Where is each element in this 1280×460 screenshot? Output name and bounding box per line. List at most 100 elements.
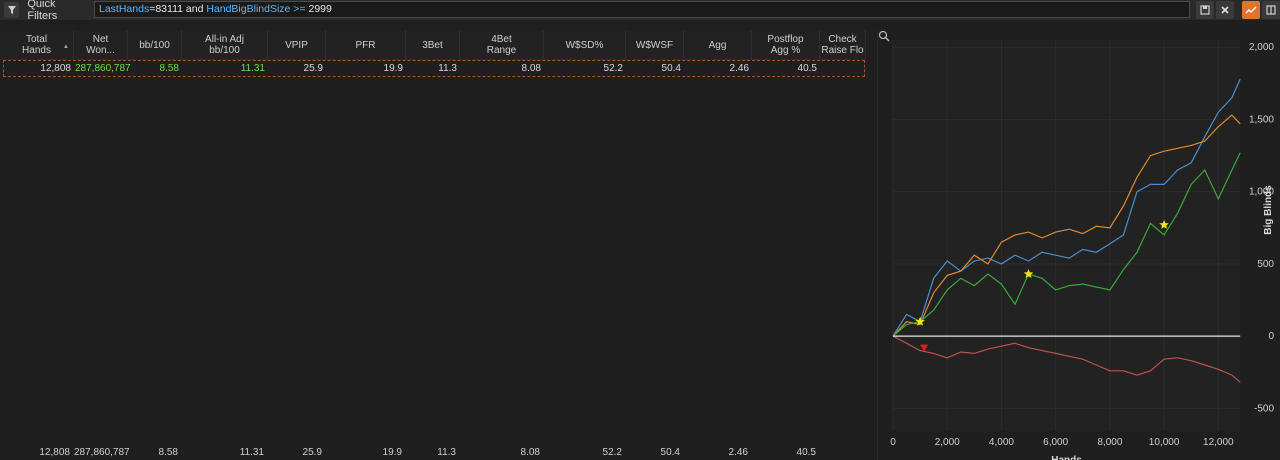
- table-cell: 50.4: [661, 63, 681, 74]
- x-tick-label: 10,000: [1149, 437, 1180, 448]
- column-header[interactable]: W$WSF: [626, 30, 684, 60]
- column-header[interactable]: Check Raise Flo: [820, 30, 866, 60]
- column-header-label: Total Hands: [22, 34, 51, 56]
- footer-cell: 50.4: [660, 447, 680, 458]
- x-tick-label: 0: [890, 437, 896, 448]
- column-header-line1: Net: [92, 34, 109, 45]
- plot-area: [893, 40, 1240, 430]
- footer-cell: 2.46: [728, 447, 748, 458]
- column-header[interactable]: VPIP: [268, 30, 326, 60]
- y-tick-label: -500: [1254, 403, 1274, 414]
- y-axis-label: Big Blinds: [1263, 185, 1274, 235]
- column-header-label: Net Won...: [86, 34, 115, 56]
- column-header-line1: Check: [828, 34, 857, 45]
- column-header[interactable]: PFR: [326, 30, 406, 60]
- clear-filter-button[interactable]: [1216, 1, 1234, 19]
- footer-cell: 25.9: [302, 447, 322, 458]
- graph-icon: [1245, 6, 1257, 14]
- column-header-line1: All-in Adj: [205, 34, 244, 45]
- y-tick-label: 2,000: [1249, 42, 1274, 53]
- column-header[interactable]: W$SD%: [544, 30, 626, 60]
- footer-cell: 287,860,787: [74, 447, 130, 458]
- column-header-line2: bb/100: [209, 45, 240, 56]
- column-header[interactable]: Total Hands ▲: [0, 30, 74, 60]
- column-header-line2: Won...: [86, 45, 115, 56]
- column-header-line1: bb/100: [139, 39, 170, 51]
- close-icon: [1221, 6, 1229, 14]
- y-tick-label: 1,500: [1249, 114, 1274, 125]
- footer-cell: 11.3: [437, 447, 456, 458]
- quick-filters-label: Quick Filters: [27, 0, 58, 22]
- zoom-icon[interactable]: [878, 30, 890, 42]
- column-header[interactable]: Agg: [684, 30, 752, 60]
- table-cell: 11.31: [240, 63, 265, 74]
- filter-icon: [4, 2, 20, 18]
- table-row[interactable]: 12,808 287,860,787 8.58 11.31 25.9 19.9 11.3 8.…: [3, 60, 865, 77]
- column-header-line1: Postflop: [767, 34, 804, 45]
- filter-expression-input[interactable]: LastHands=83111 and HandBigBlindSize >= …: [94, 1, 1190, 18]
- column-header-label: Agg: [709, 40, 727, 51]
- y-tick-label: 500: [1257, 259, 1274, 270]
- table-cell: 287,860,787: [75, 63, 131, 74]
- footer-cell: 52.2: [602, 447, 622, 458]
- filter-operator: >=: [290, 3, 309, 15]
- quick-filters-button[interactable]: Quick Filters: [4, 0, 86, 22]
- filter-value-last-hands: =83111 and: [149, 3, 207, 15]
- column-header-label: PFR: [356, 40, 376, 51]
- column-header-line1: Agg: [708, 39, 727, 51]
- column-header-line2: Hands: [22, 45, 51, 56]
- save-icon: [1200, 5, 1210, 15]
- x-tick-label: 2,000: [935, 437, 960, 448]
- footer-cell: 19.9: [382, 447, 402, 458]
- column-header-line1: W$WSF: [635, 39, 674, 51]
- footer-cell: 8.58: [158, 447, 178, 458]
- x-tick-label: 4,000: [989, 437, 1014, 448]
- winnings-graph: 0 2,000 4,000 6,000 8,000 10,000 12,000 2,000 1,…: [878, 30, 1280, 460]
- column-header-line2: Range: [486, 45, 517, 56]
- layout-toggle-button[interactable]: [1262, 1, 1280, 19]
- column-header[interactable]: 3Bet: [406, 30, 460, 60]
- filter-field-last-hands: LastHands: [99, 3, 150, 15]
- column-header-line2: Raise Flo: [821, 45, 864, 56]
- table-cell: 25.9: [303, 63, 323, 74]
- stats-table: Total Hands ▲ Net Won... bb/100 All-in Adj bb/1…: [0, 30, 866, 460]
- x-tick-label: 8,000: [1097, 437, 1122, 448]
- column-header[interactable]: 4Bet Range: [460, 30, 544, 60]
- x-tick-label: 12,000: [1203, 437, 1234, 448]
- column-header-line1: W$SD%: [565, 39, 604, 51]
- footer-cell: 40.5: [796, 447, 816, 458]
- table-footer: 12,808 287,860,787 8.58 11.31 25.9 19.9 11.3 8.…: [0, 446, 866, 460]
- footer-cell: 12,808: [39, 447, 70, 458]
- save-filter-button[interactable]: [1196, 1, 1214, 19]
- column-header[interactable]: All-in Adj bb/100: [182, 30, 268, 60]
- x-axis-label: Hands: [1051, 455, 1082, 460]
- toolbar: Quick Filters LastHands=83111 and HandBi…: [0, 0, 1280, 22]
- table-cell: 40.5: [797, 63, 817, 74]
- table-cell: [821, 61, 867, 76]
- column-header-label: W$SD%: [566, 40, 604, 51]
- column-header-line1: VPIP: [285, 39, 308, 51]
- graph-svg: 0 2,000 4,000 6,000 8,000 10,000 12,000 2,000 1,…: [890, 40, 1274, 460]
- table-cell: 8.08: [521, 63, 541, 74]
- footer-cell: 11.31: [239, 447, 264, 458]
- sort-ascending-icon: ▲: [63, 44, 69, 50]
- column-header-label: Check Raise Flo: [821, 34, 863, 56]
- column-header[interactable]: Net Won...: [74, 30, 128, 60]
- column-header[interactable]: Postflop Agg %: [752, 30, 820, 60]
- column-header-label: Postflop Agg %: [767, 34, 803, 56]
- graph-toggle-button[interactable]: [1242, 1, 1260, 19]
- table-cell: 52.2: [603, 63, 623, 74]
- column-header-line1: PFR: [355, 39, 376, 51]
- filter-field-big-blind-size: HandBigBlindSize: [206, 3, 291, 15]
- table-cell: 11.3: [438, 63, 457, 74]
- footer-cell: [820, 446, 866, 460]
- column-header-line1: 4Bet: [491, 34, 512, 45]
- column-header[interactable]: bb/100: [128, 30, 182, 60]
- table-cell: 8.58: [159, 63, 179, 74]
- table-header: Total Hands ▲ Net Won... bb/100 All-in Adj bb/1…: [0, 30, 866, 60]
- column-header-label: 4Bet Range: [487, 34, 516, 56]
- table-cell: 12,808: [40, 63, 71, 74]
- column-header-line1: 3Bet: [422, 39, 443, 51]
- column-header-label: bb/100: [139, 40, 170, 51]
- column-header-label: 3Bet: [422, 40, 443, 51]
